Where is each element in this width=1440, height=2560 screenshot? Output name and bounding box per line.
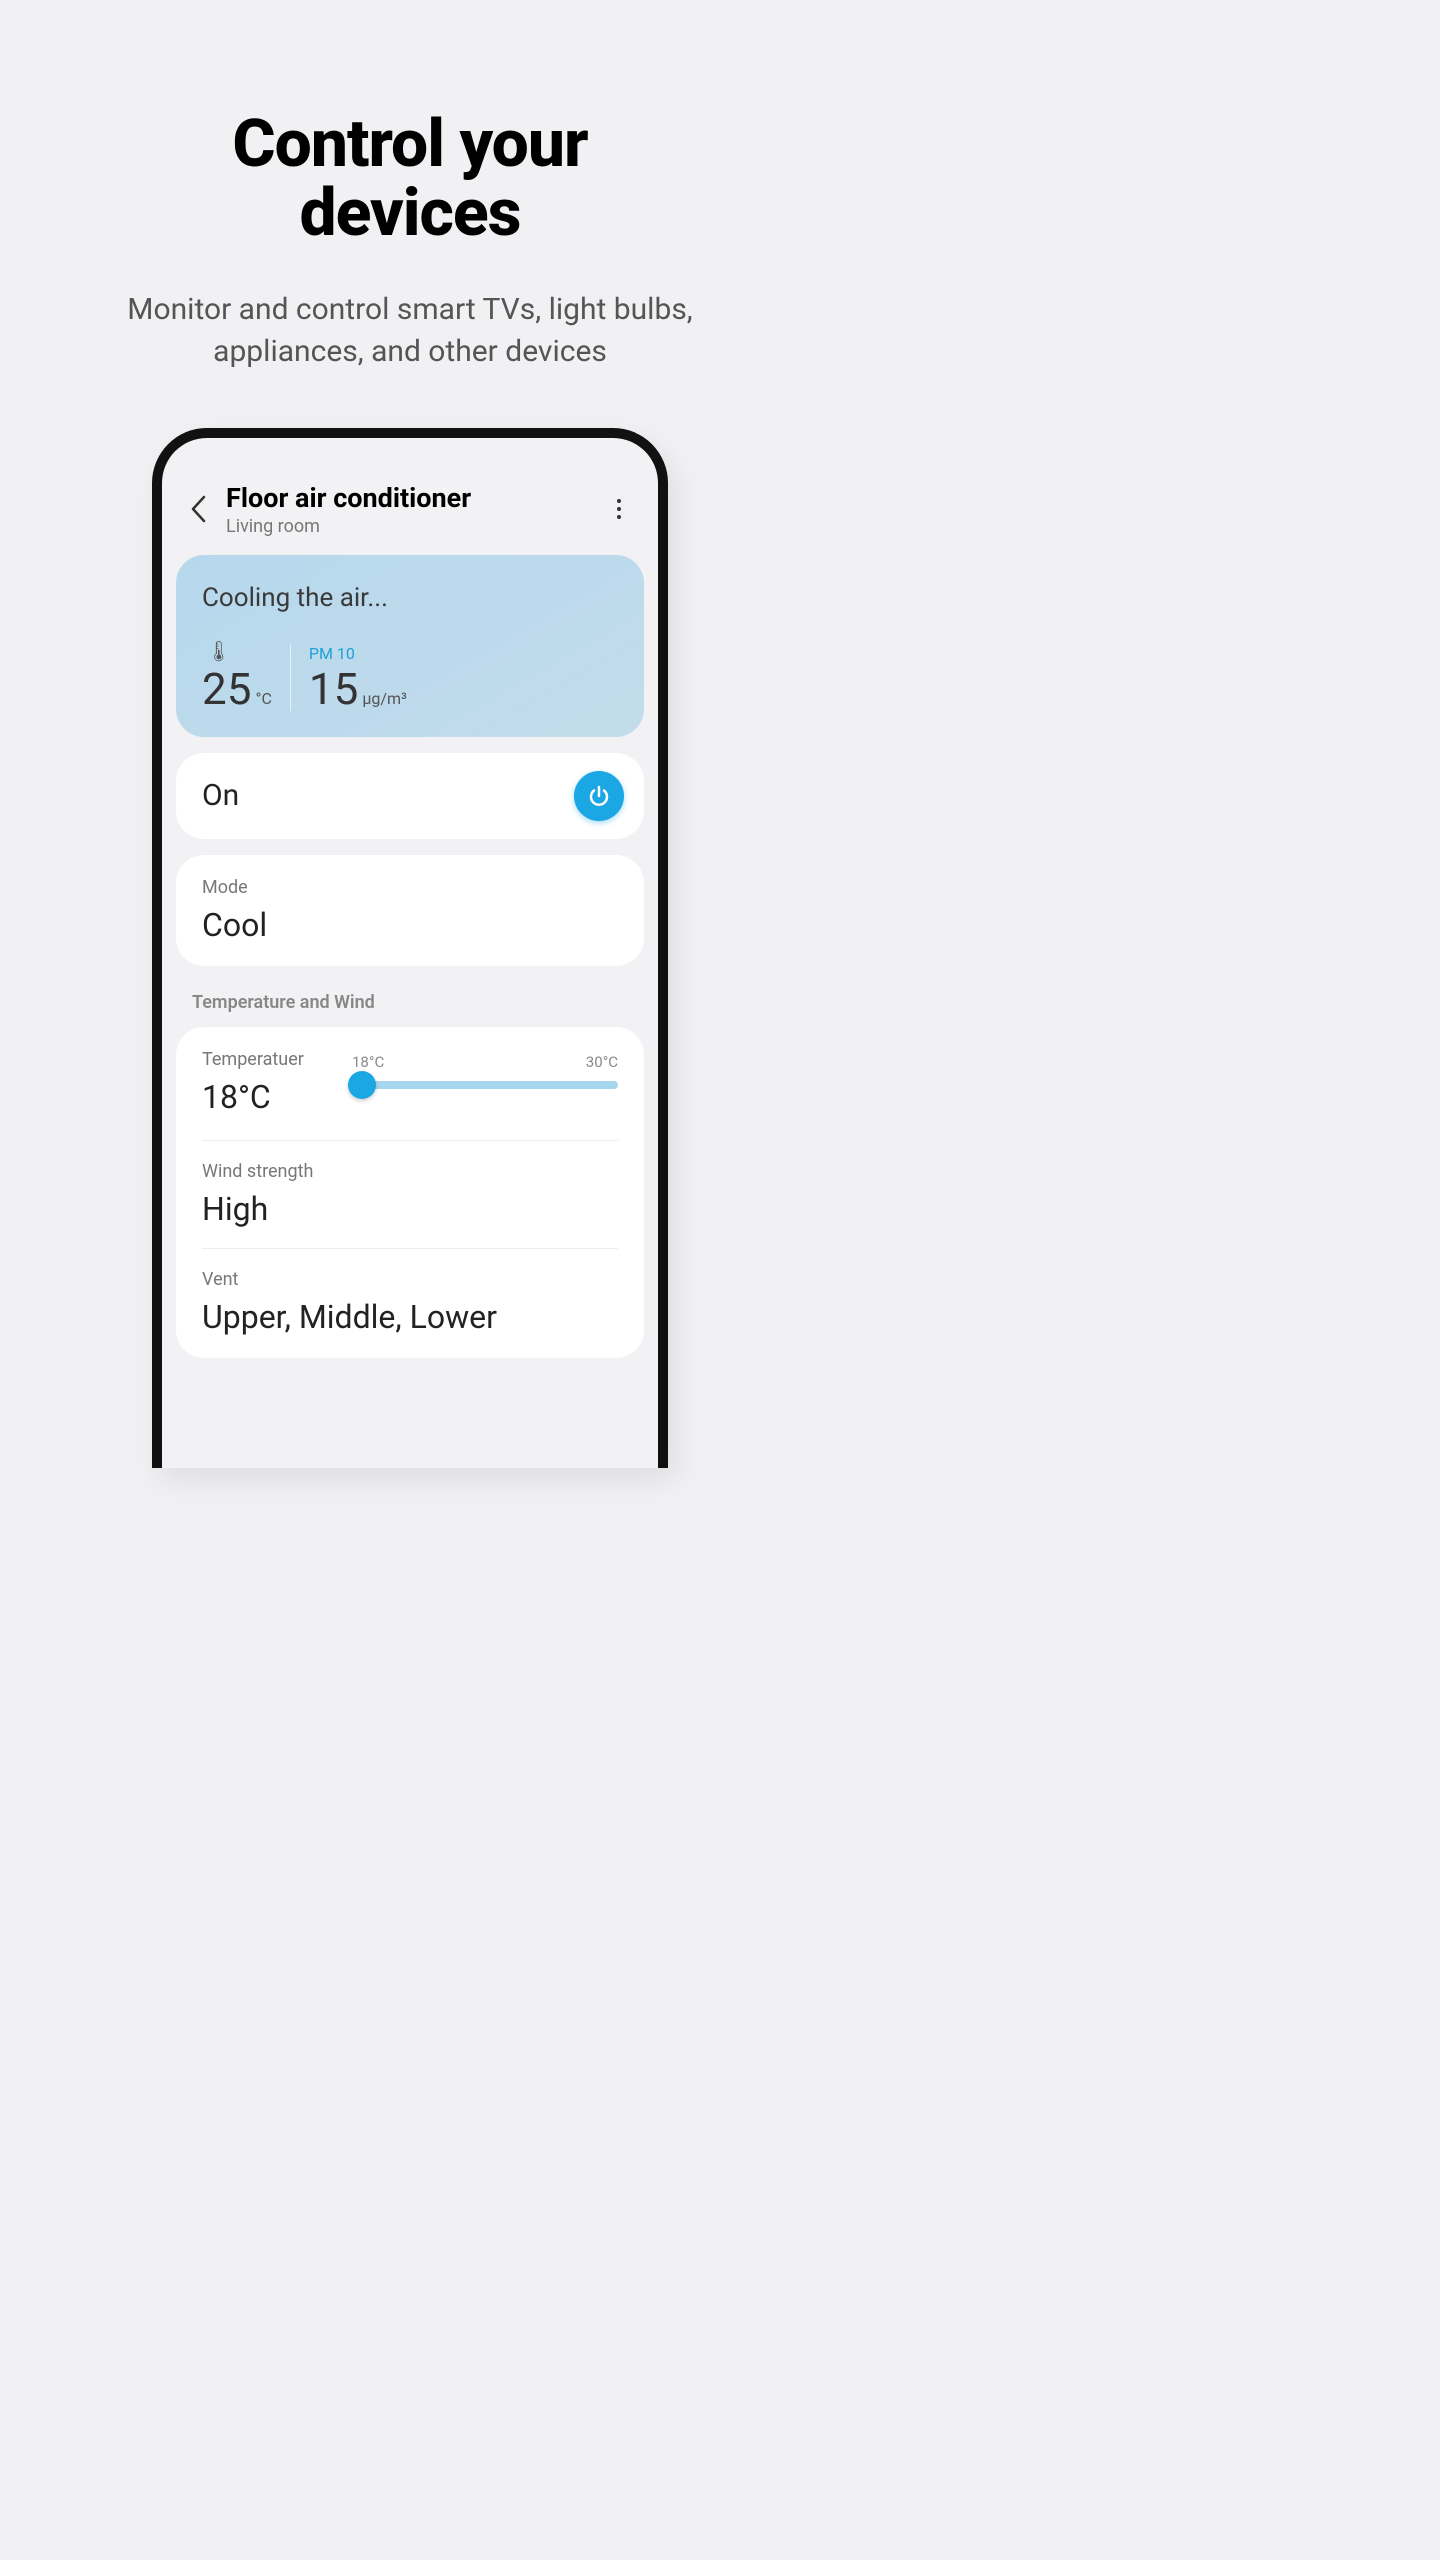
- pm-unit: µg/m³: [362, 689, 407, 708]
- wind-label: Wind strength: [202, 1161, 618, 1182]
- power-button[interactable]: [574, 771, 624, 821]
- header-text: Floor air conditioner Living room: [226, 482, 606, 537]
- device-title: Floor air conditioner: [226, 482, 606, 514]
- back-icon[interactable]: [182, 492, 216, 526]
- temperature-slider[interactable]: [352, 1081, 618, 1089]
- temperature-value: 18°C: [202, 1078, 352, 1116]
- wind-row[interactable]: Wind strength High: [202, 1141, 618, 1249]
- pm-value: 15: [309, 663, 358, 715]
- status-metrics: 🌡 25°C PM 10 15µg/m³: [202, 639, 618, 711]
- promo-title: Control your devices: [0, 110, 820, 249]
- vent-row[interactable]: Vent Upper, Middle, Lower: [202, 1249, 618, 1336]
- status-card: Cooling the air... 🌡 25°C PM 10 15µg/m³: [176, 555, 644, 737]
- mode-label: Mode: [202, 877, 618, 898]
- more-options-icon[interactable]: [606, 496, 632, 522]
- mode-value: Cool: [202, 906, 618, 944]
- thermometer-icon: 🌡: [206, 639, 272, 663]
- app-header: Floor air conditioner Living room: [176, 482, 644, 555]
- device-location: Living room: [226, 516, 606, 537]
- power-icon: [587, 784, 611, 808]
- vent-value: Upper, Middle, Lower: [202, 1298, 618, 1336]
- slider-max-label: 30°C: [586, 1053, 618, 1071]
- current-temp-value: 25: [202, 663, 251, 715]
- temperature-row: Temperatuer 18°C 18°C 30°C: [202, 1049, 618, 1141]
- power-card: On: [176, 753, 644, 839]
- promo-title-line1: Control your: [232, 106, 587, 183]
- temperature-label: Temperatuer: [202, 1049, 352, 1070]
- promo-title-line2: devices: [299, 175, 520, 252]
- phone-frame: Floor air conditioner Living room Coolin…: [152, 428, 668, 1468]
- air-quality-metric: PM 10 15µg/m³: [290, 644, 425, 711]
- mode-card[interactable]: Mode Cool: [176, 855, 644, 966]
- wind-value: High: [202, 1190, 618, 1228]
- slider-labels: 18°C 30°C: [352, 1053, 618, 1071]
- promo-subtitle: Monitor and control smart TVs, light bul…: [0, 289, 820, 373]
- power-label: On: [202, 778, 239, 813]
- pm-label: PM 10: [309, 644, 407, 663]
- vent-label: Vent: [202, 1269, 618, 1290]
- slider-min-label: 18°C: [352, 1053, 384, 1071]
- section-header-temp-wind: Temperature and Wind: [192, 992, 644, 1013]
- slider-thumb[interactable]: [348, 1071, 376, 1099]
- temp-wind-card: Temperatuer 18°C 18°C 30°C Wind strength…: [176, 1027, 644, 1358]
- temperature-metric: 🌡 25°C: [202, 639, 290, 711]
- current-temp-unit: °C: [255, 689, 271, 708]
- status-text: Cooling the air...: [202, 583, 618, 613]
